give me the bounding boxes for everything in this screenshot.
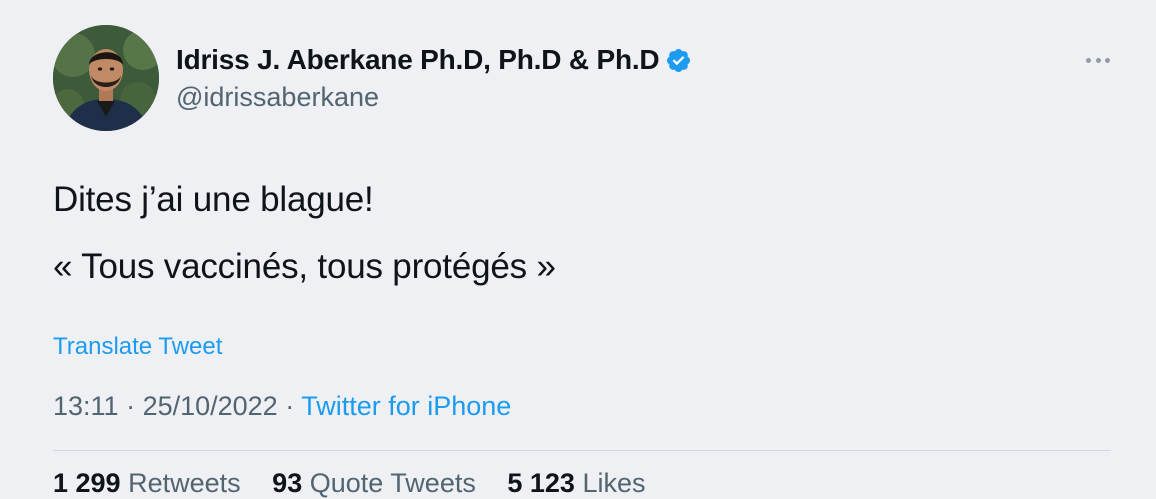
tweet-date[interactable]: 25/10/2022 xyxy=(143,391,278,421)
author-handle[interactable]: @idrissaberkane xyxy=(176,82,692,113)
stat-label: Quote Tweets xyxy=(309,468,476,498)
author-avatar[interactable] xyxy=(53,25,159,131)
author-name-row: Idriss J. Aberkane Ph.D, Ph.D & Ph.D xyxy=(176,40,692,80)
meta-separator: · xyxy=(118,391,143,421)
tweet-card: Idriss J. Aberkane Ph.D, Ph.D & Ph.D @id… xyxy=(0,0,1156,498)
profile-photo-icon xyxy=(53,25,159,131)
more-dot xyxy=(1105,57,1110,63)
more-dot xyxy=(1095,57,1101,63)
divider xyxy=(53,450,1111,451)
translate-tweet-link[interactable]: Translate Tweet xyxy=(53,333,222,361)
stat-count: 93 xyxy=(272,468,303,498)
more-horizontal-icon[interactable] xyxy=(1086,53,1110,67)
stat-count: 5 123 xyxy=(507,468,575,498)
tweet-time[interactable]: 13:11 xyxy=(53,391,119,421)
tweet-source-link[interactable]: Twitter for iPhone xyxy=(301,391,511,421)
stat-count: 1 299 xyxy=(53,468,121,498)
tweet-text-line: Dites j’ai une blague! xyxy=(53,180,374,219)
author-display-name[interactable]: Idriss J. Aberkane Ph.D, Ph.D & Ph.D xyxy=(176,44,660,76)
retweets-stat[interactable]: 1 299 Retweets xyxy=(53,468,241,498)
more-dot xyxy=(1086,57,1091,63)
meta-separator: · xyxy=(277,391,302,421)
tweet-text-line: « Tous vaccinés, tous protégés » xyxy=(53,247,556,286)
quote-tweets-stat[interactable]: 93 Quote Tweets xyxy=(272,468,476,498)
stat-label: Retweets xyxy=(128,468,241,498)
tweet-stats: 1 299 Retweets 93 Quote Tweets 5 123 Lik… xyxy=(53,468,669,499)
likes-stat[interactable]: 5 123 Likes xyxy=(507,468,645,498)
tweet-metadata: 13:11 · 25/10/2022 · Twitter for iPhone xyxy=(53,391,511,422)
verified-badge-icon xyxy=(665,47,692,74)
stat-label: Likes xyxy=(582,468,646,498)
author-block: Idriss J. Aberkane Ph.D, Ph.D & Ph.D @id… xyxy=(176,40,692,113)
